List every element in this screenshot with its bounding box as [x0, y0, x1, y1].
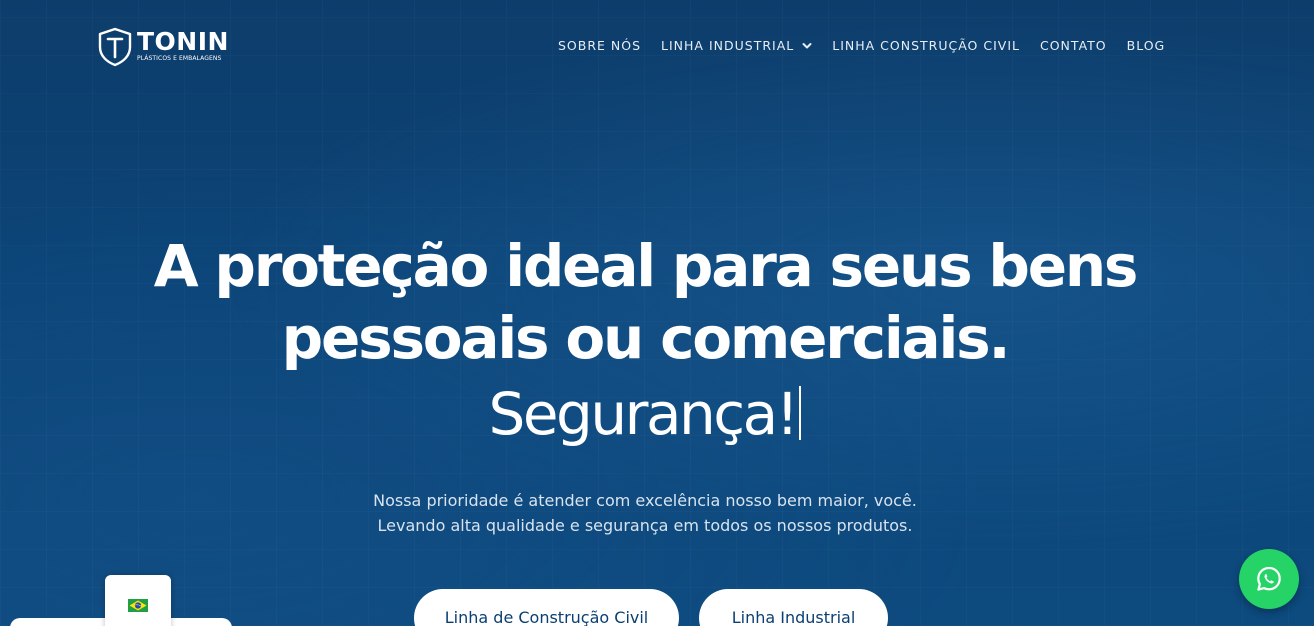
main-nav: SOBRE NÓS LINHA INDUSTRIAL LINHA CONSTRU… [558, 38, 1165, 53]
typed-word: Segurança! [488, 380, 799, 448]
nav-item-sobre-nos[interactable]: SOBRE NÓS [558, 38, 641, 53]
hero-desc-line-2: Levando alta qualidade e segurança em to… [377, 516, 913, 535]
linha-industrial-button[interactable]: Linha Industrial [699, 589, 888, 626]
cta-group: Linha de Construção Civil Linha Industri… [414, 589, 888, 626]
nav-item-linha-construcao-civil[interactable]: LINHA CONSTRUÇÃO CIVIL [832, 38, 1020, 53]
hero-title-line-1: A proteção ideal para seus bens [153, 232, 1139, 300]
hero-typed-text: Segurança! [0, 378, 1290, 450]
nav-item-label: SOBRE NÓS [558, 38, 642, 53]
nav-item-blog[interactable]: BLOG [1127, 38, 1166, 53]
language-switcher-tab[interactable] [105, 575, 171, 626]
nav-item-label: CONTATO [1039, 38, 1107, 53]
nav-item-label: LINHA INDUSTRIAL [661, 38, 795, 53]
brand-tagline: PLÁSTICOS E EMBALAGENS [137, 55, 222, 62]
hero-title: A proteção ideal para seus bens pessoais… [0, 230, 1290, 374]
brand-logo[interactable]: TONIN PLÁSTICOS E EMBALAGENS [97, 27, 229, 67]
typing-cursor [799, 386, 802, 440]
whatsapp-button[interactable] [1239, 549, 1299, 609]
brazil-flag-icon [128, 599, 148, 612]
hero-desc-line-1: Nossa prioridade é atender com excelênci… [373, 491, 917, 510]
chevron-down-icon[interactable] [802, 41, 812, 51]
nav-item-label: BLOG [1126, 38, 1166, 53]
shield-logo-icon [98, 27, 132, 67]
hero-title-line-2: pessoais ou comerciais. [281, 304, 1011, 372]
nav-item-label: LINHA CONSTRUÇÃO CIVIL [832, 38, 1020, 53]
hero-description: Nossa prioridade é atender com excelênci… [0, 488, 1290, 538]
construcao-civil-button[interactable]: Linha de Construção Civil [414, 589, 679, 626]
brand-name: TONIN [137, 27, 229, 56]
nav-item-linha-industrial[interactable]: LINHA INDUSTRIAL [661, 38, 812, 53]
whatsapp-icon [1257, 566, 1281, 591]
nav-item-contato[interactable]: CONTATO [1040, 38, 1107, 53]
site-header: TONIN PLÁSTICOS E EMBALAGENS SOBRE NÓS L… [0, 0, 1314, 92]
